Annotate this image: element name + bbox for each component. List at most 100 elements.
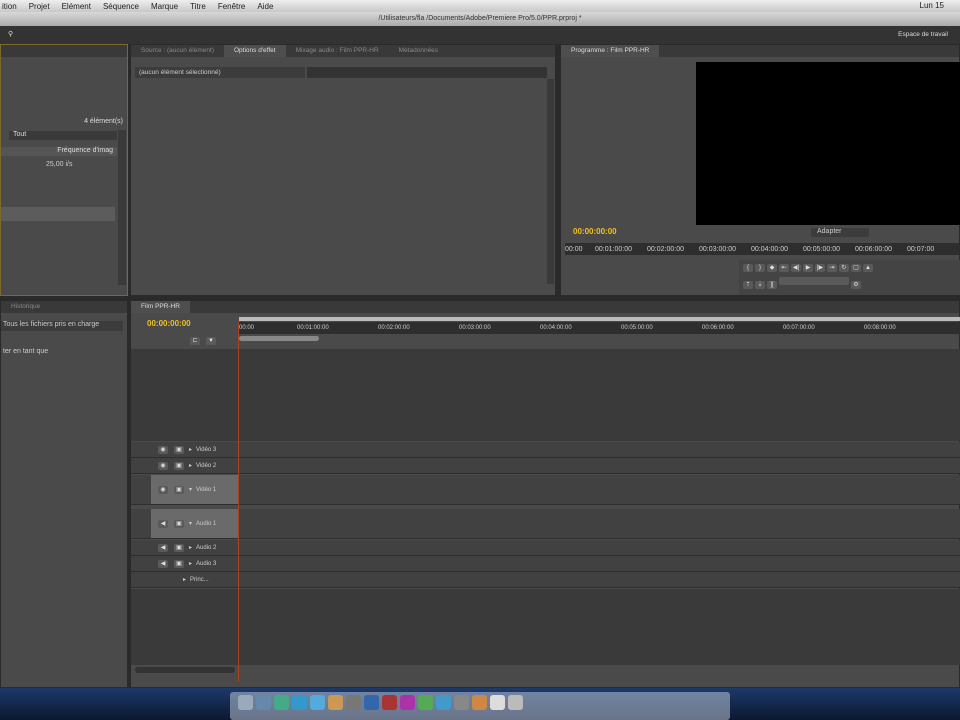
tab-history[interactable]: Historique	[1, 301, 50, 313]
program-timecode[interactable]: 00:00:00:00	[573, 227, 617, 236]
speaker-icon[interactable]: ◀	[158, 543, 168, 552]
speaker-icon[interactable]: ◀	[158, 519, 168, 528]
menu-edition[interactable]: ition	[2, 2, 17, 11]
track-master[interactable]: ▸ Princ...	[131, 572, 960, 588]
horizontal-scrollbar[interactable]	[135, 667, 235, 673]
finder-icon[interactable]	[238, 695, 253, 710]
window-title: /Utilisateurs/fla /Documents/Adobe/Premi…	[0, 12, 960, 26]
lock-icon[interactable]: ▣	[174, 485, 184, 494]
mark-in-button[interactable]: {	[743, 264, 753, 272]
menu-element[interactable]: Elément	[62, 2, 91, 11]
app-icon[interactable]	[436, 695, 451, 710]
tab-sequence[interactable]: Film PPR-HR	[131, 301, 190, 313]
lock-icon[interactable]: ▣	[174, 445, 184, 454]
lock-icon[interactable]: ▣	[174, 559, 184, 568]
trim-button[interactable]: ][	[767, 281, 777, 289]
app-icon[interactable]	[418, 695, 433, 710]
premiere-icon[interactable]	[400, 695, 415, 710]
safe-margins-button[interactable]: ▢	[851, 264, 861, 272]
marker-icon[interactable]: ▼	[206, 337, 216, 345]
marker-button[interactable]: ◆	[767, 264, 777, 272]
menu-bar: ition Projet Elément Séquence Marque Tit…	[0, 0, 960, 12]
filter-dropdown[interactable]: Tout	[9, 131, 117, 140]
loop-button[interactable]: ↻	[839, 264, 849, 272]
app-icon[interactable]	[346, 695, 361, 710]
app-icon[interactable]	[364, 695, 379, 710]
program-ruler[interactable]: 00:00 00:01:00:00 00:02:00:00 00:03:00:0…	[565, 243, 959, 255]
output-button[interactable]: ⚙	[851, 281, 861, 289]
fit-dropdown[interactable]: Adapter	[811, 228, 869, 237]
tab-program[interactable]: Programme : Film PPR-HR	[561, 45, 660, 57]
menu-aide[interactable]: Aide	[257, 2, 273, 11]
track-audio-2[interactable]: ◀ ▣ ▸ Audio 2	[131, 540, 960, 556]
menu-marque[interactable]: Marque	[151, 2, 178, 11]
lift-button[interactable]: ⇡	[743, 281, 753, 289]
speaker-icon[interactable]: ◀	[158, 559, 168, 568]
empty-track-area	[131, 349, 960, 441]
step-back-button[interactable]: ◀|	[791, 264, 801, 272]
app-icon[interactable]	[256, 695, 271, 710]
ruler-label: 00:04:00:00	[751, 245, 788, 253]
track-name: Audio 3	[196, 560, 217, 567]
clip-selector[interactable]: (aucun élément sélectionné)	[135, 67, 305, 78]
lock-icon[interactable]: ▣	[174, 519, 184, 528]
track-video-2[interactable]: ◉ ▣ ▸ Vidéo 2	[131, 458, 960, 474]
document-icon[interactable]	[490, 695, 505, 710]
snap-icon[interactable]: ⊏	[190, 337, 200, 345]
import-option[interactable]: ter en tant que	[3, 348, 48, 355]
menu-sequence[interactable]: Séquence	[103, 2, 139, 11]
safari-icon[interactable]	[292, 695, 307, 710]
menu-titre[interactable]: Titre	[190, 2, 206, 11]
tab-audio-mixer[interactable]: Mixage audio : Film PPR-HR	[286, 45, 389, 57]
app-icon[interactable]	[328, 695, 343, 710]
app-icon[interactable]	[382, 695, 397, 710]
column-header[interactable]: Fréquence d'imag	[1, 147, 117, 156]
app-icon[interactable]	[310, 695, 325, 710]
ruler-label: 00:00	[239, 325, 255, 331]
extract-button[interactable]: ⇣	[755, 281, 765, 289]
mark-out-button[interactable]: }	[755, 264, 765, 272]
go-to-in-button[interactable]: ⇤	[779, 264, 789, 272]
playhead[interactable]	[238, 321, 239, 681]
lock-icon[interactable]: ▣	[174, 461, 184, 470]
empty-audio-area	[131, 589, 960, 665]
project-tab-bar	[1, 45, 127, 57]
eye-icon[interactable]: ◉	[158, 445, 168, 454]
timeline-timecode[interactable]: 00:00:00:00	[147, 319, 191, 328]
tab-source[interactable]: Source : (aucun élément)	[131, 45, 224, 57]
track-video-1[interactable]: ◉ ▣ ▾ Vidéo 1	[131, 475, 960, 505]
ruler-label: 00:02:00:00	[647, 245, 684, 253]
timeline-ruler[interactable]: 00:00 00:01:00:00 00:02:00:00 00:03:00:0…	[239, 322, 960, 334]
track-audio-1[interactable]: ◀ ▣ ▾ Audio 1	[131, 509, 960, 539]
menu-fenetre[interactable]: Fenêtre	[218, 2, 246, 11]
lock-icon[interactable]: ▣	[174, 543, 184, 552]
step-forward-button[interactable]: |▶	[815, 264, 825, 272]
eye-icon[interactable]: ◉	[158, 461, 168, 470]
scrollbar[interactable]	[118, 130, 126, 285]
work-area-bar[interactable]	[239, 317, 960, 321]
jog-shuttle[interactable]	[779, 277, 849, 285]
menu-projet[interactable]: Projet	[29, 2, 50, 11]
app-icon[interactable]	[472, 695, 487, 710]
track-video-3[interactable]: ◉ ▣ ▸ Vidéo 3	[131, 442, 960, 458]
track-name: Vidéo 1	[196, 486, 217, 493]
zoom-slider[interactable]	[239, 336, 319, 341]
trash-icon[interactable]	[508, 695, 523, 710]
eye-icon[interactable]: ◉	[158, 485, 168, 494]
program-monitor: Programme : Film PPR-HR 00:00:00:00 Adap…	[560, 44, 960, 296]
app-icon[interactable]	[454, 695, 469, 710]
file-filter-dropdown[interactable]: Tous les fichiers pris en charge	[1, 321, 123, 331]
play-button[interactable]: ▶	[803, 264, 813, 272]
workspace-button[interactable]: Espace de travail	[898, 31, 948, 38]
export-frame-button[interactable]: ▲	[863, 264, 873, 272]
go-to-out-button[interactable]: ⇥	[827, 264, 837, 272]
scrollbar[interactable]	[547, 79, 554, 284]
tab-effect-options[interactable]: Options d'effet	[223, 45, 286, 57]
project-panel: 4 élément(s) Tout Fréquence d'imag 25,00…	[0, 44, 128, 296]
selected-row[interactable]	[1, 207, 115, 221]
pin-icon[interactable]: ⚲	[8, 30, 13, 38]
track-audio-3[interactable]: ◀ ▣ ▸ Audio 3	[131, 556, 960, 572]
tab-metadata[interactable]: Métadonnées	[389, 45, 448, 57]
dock	[230, 692, 730, 720]
app-icon[interactable]	[274, 695, 289, 710]
